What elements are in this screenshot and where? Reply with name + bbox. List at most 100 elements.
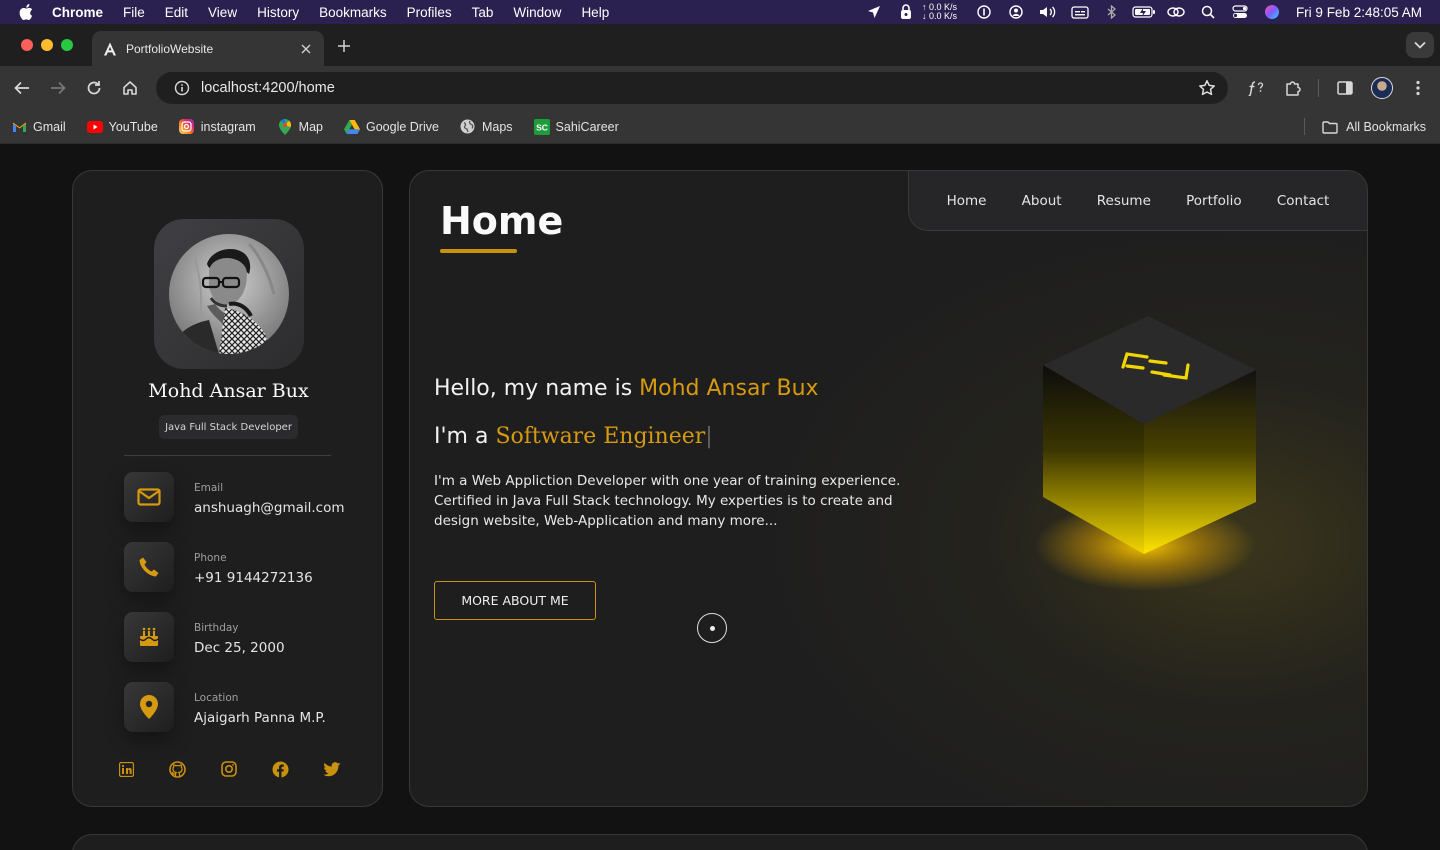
url-text[interactable]: localhost:4200/home [201,80,335,96]
menu-app-chrome[interactable]: Chrome [52,5,113,20]
one-password-icon[interactable] [968,0,1000,24]
tab-close-icon[interactable] [298,41,314,57]
page-title: Home [440,199,564,243]
active-tab[interactable]: PortfolioWebsite [92,31,324,66]
birthday-cake-icon [124,612,174,662]
tab-search-button[interactable] [1406,32,1434,58]
browser-tab-strip: PortfolioWebsite [0,24,1440,66]
custom-mouse-cursor [697,613,727,643]
back-arrow-icon[interactable] [10,76,34,100]
menu-edit[interactable]: Edit [155,5,198,20]
gmail-icon [11,119,27,135]
all-bookmarks-button[interactable]: All Bookmarks [1322,110,1426,144]
instagram-icon[interactable] [220,760,238,778]
title-underline [440,249,517,253]
bookmark-maps[interactable]: Maps [460,119,513,135]
nav-home[interactable]: Home [947,193,987,209]
window-zoom-button[interactable] [61,39,73,51]
volume-icon[interactable] [1032,0,1064,24]
security-lock-icon[interactable] [890,0,922,24]
window-minimize-button[interactable] [41,39,53,51]
address-bar[interactable]: localhost:4200/home [156,72,1228,104]
nav-contact[interactable]: Contact [1277,193,1330,209]
twitter-icon[interactable] [323,760,341,778]
role-heading: I'm a Software Engineer| [434,424,713,449]
phone-link[interactable]: +91 9144272136 [194,570,313,586]
typing-cursor: | [705,424,713,449]
bookmark-sahicareer[interactable]: SC SahiCareer [533,118,619,135]
window-close-button[interactable] [21,39,33,51]
glowing-cube-illustration [1035,316,1256,591]
instagram-icon [179,119,195,135]
contact-label: Location [194,692,239,704]
nav-about[interactable]: About [1022,193,1062,209]
bookmark-google-drive[interactable]: Google Drive [344,119,439,135]
tab-title: PortfolioWebsite [126,41,214,56]
role-typed-text: Software Engineer [495,424,706,449]
bookmark-star-icon[interactable] [1198,79,1216,97]
profile-avatar-button[interactable] [1370,76,1394,100]
screen-mirroring-icon[interactable] [1160,0,1192,24]
facebook-icon[interactable] [272,760,290,778]
linkedin-icon[interactable] [117,760,135,778]
home-icon[interactable] [118,76,142,100]
forward-arrow-icon[interactable] [46,76,70,100]
bookmark-label: Google Drive [366,119,439,134]
kebab-menu-icon[interactable] [1406,76,1430,100]
angular-favicon-icon [102,41,118,57]
bookmark-youtube[interactable]: YouTube [86,119,158,135]
caption-icon[interactable] [1064,0,1096,24]
email-link[interactable]: anshuagh@gmail.com [194,500,345,516]
bookmark-label: SahiCareer [555,119,619,134]
contact-email: Email anshuagh@gmail.com [124,472,364,522]
bluetooth-icon[interactable] [1096,0,1128,24]
net-down: ↓ 0.0 K/s [921,11,957,21]
siri-icon[interactable] [1256,0,1288,24]
more-about-me-button[interactable]: MORE ABOUT ME [434,581,596,620]
control-center-icon[interactable] [1224,0,1256,24]
nav-resume[interactable]: Resume [1097,193,1151,209]
menu-history[interactable]: History [247,5,309,20]
bookmark-label: Maps [481,119,513,134]
next-section-card [72,834,1368,850]
bookmark-label: YouTube [108,119,158,134]
extensions-puzzle-icon[interactable] [1281,76,1305,100]
bookmark-gmail[interactable]: Gmail [11,119,66,135]
spotlight-search-icon[interactable] [1192,0,1224,24]
youtube-icon [86,119,103,135]
menu-file[interactable]: File [113,5,155,20]
bio-paragraph: I'm a Web Appliction Developer with one … [434,473,901,529]
chevron-down-icon [1414,41,1426,49]
menu-profiles[interactable]: Profiles [397,5,462,20]
bookmark-label: Map [298,119,323,134]
menubar-clock[interactable]: Fri 9 Feb 2:48:05 AM [1288,5,1440,20]
apple-menu-icon[interactable] [0,4,52,20]
toolbar-divider [1318,79,1319,97]
font-identifier-extension-icon[interactable] [1244,76,1268,100]
bookmark-instagram[interactable]: instagram [179,119,256,135]
menu-bookmarks[interactable]: Bookmarks [309,5,397,20]
contact-label: Birthday [194,622,239,634]
reload-icon[interactable] [82,76,106,100]
new-tab-icon[interactable] [334,36,354,56]
folder-icon [1322,119,1338,135]
bookmark-map[interactable]: Map [277,118,323,135]
menu-window[interactable]: Window [503,5,571,20]
site-info-icon[interactable] [156,80,190,96]
github-icon[interactable] [169,760,187,778]
web-page: Mohd Ansar Bux Java Full Stack Developer… [0,145,1440,850]
side-panel-icon[interactable] [1333,76,1357,100]
battery-icon[interactable] [1128,0,1160,24]
profile-photo [169,234,289,354]
menu-help[interactable]: Help [571,5,619,20]
all-bookmarks-label: All Bookmarks [1346,120,1426,134]
user-account-icon[interactable] [1000,0,1032,24]
location-pin-icon [124,682,174,732]
location-arrow-icon[interactable] [858,0,890,24]
bookmarks-bar: Gmail YouTube instagram Map Google Drive… [0,110,1440,144]
nav-portfolio[interactable]: Portfolio [1186,193,1242,209]
avatar [1371,77,1393,99]
menu-view[interactable]: View [198,5,247,20]
browser-toolbar: localhost:4200/home [0,66,1440,110]
menu-tab[interactable]: Tab [462,5,504,20]
